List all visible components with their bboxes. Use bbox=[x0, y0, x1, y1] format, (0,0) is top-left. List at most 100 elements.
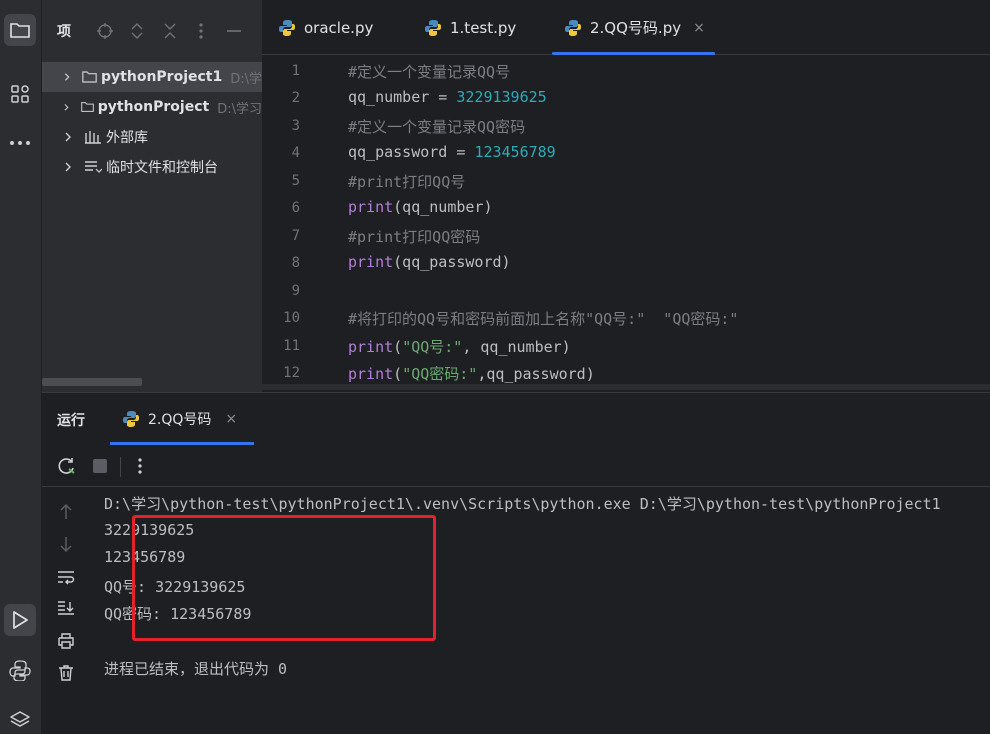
project-panel: 项 pythonProject1 D:\学 pythonProject D:\学… bbox=[42, 0, 262, 392]
line-number: 12 bbox=[283, 365, 300, 381]
hide-panel-icon[interactable] bbox=[225, 22, 243, 40]
print-icon[interactable] bbox=[56, 631, 76, 651]
tree-item-path: D:\学 bbox=[230, 71, 262, 87]
project-scrollbar[interactable] bbox=[42, 378, 142, 386]
line-number: 2 bbox=[291, 90, 300, 106]
run-panel-header: 运行 2.QQ号码 × bbox=[42, 393, 990, 445]
line-number: 1 bbox=[291, 63, 300, 79]
red-annotation-box bbox=[132, 515, 436, 641]
more-tools-icon[interactable] bbox=[4, 127, 36, 159]
code-comment: #定义一个变量记录QQ号 bbox=[348, 63, 511, 81]
code-line: #定义一个变量记录QQ号 bbox=[348, 61, 510, 82]
tab-2-qq-py[interactable]: 2.QQ号码.py × bbox=[552, 0, 715, 55]
console-exit-message: 进程已结束，退出代码为 0 bbox=[104, 660, 288, 678]
code-text: (qq_password) bbox=[393, 253, 511, 271]
close-icon[interactable]: × bbox=[225, 411, 237, 427]
console-output[interactable]: D:\学习\python-test\pythonProject1\.venv\S… bbox=[90, 488, 990, 734]
code-text: ,qq_password) bbox=[477, 365, 595, 383]
tab-1-test-py[interactable]: 1.test.py bbox=[424, 0, 516, 55]
line-number: 4 bbox=[291, 145, 300, 161]
line-number: 6 bbox=[291, 200, 300, 216]
console-command: D:\学习\python-test\pythonProject1\.venv\S… bbox=[104, 495, 941, 513]
run-toolbar bbox=[42, 445, 990, 487]
folder-icon bbox=[80, 102, 94, 112]
soft-wrap-icon[interactable] bbox=[56, 567, 76, 587]
locate-icon[interactable] bbox=[96, 22, 114, 40]
code-number: 123456789 bbox=[474, 143, 556, 161]
code-function: print bbox=[348, 365, 394, 383]
expand-all-icon[interactable] bbox=[128, 22, 146, 40]
code-text: qq_password = bbox=[348, 143, 475, 161]
code-text: (qq_number) bbox=[393, 198, 493, 216]
tab-label: 2.QQ号码.py bbox=[590, 19, 682, 37]
structure-icon[interactable] bbox=[4, 78, 36, 110]
run-side-toolbar bbox=[42, 488, 90, 734]
code-line: #print打印QQ密码 bbox=[348, 226, 480, 247]
library-icon bbox=[85, 131, 101, 144]
code-comment: #print打印QQ密码 bbox=[348, 228, 481, 246]
code-line: #定义一个变量记录QQ密码 bbox=[348, 116, 525, 137]
chevron-right-icon[interactable] bbox=[62, 161, 74, 173]
collapse-all-icon[interactable] bbox=[161, 22, 179, 40]
chevron-right-icon[interactable] bbox=[62, 103, 71, 112]
line-number: 3 bbox=[291, 118, 300, 134]
run-panel: 运行 2.QQ号码 × D:\学习\python-test\pythonProj… bbox=[42, 392, 990, 734]
chevron-right-icon[interactable] bbox=[62, 131, 74, 143]
chevron-right-icon[interactable] bbox=[62, 72, 72, 82]
layers-icon[interactable] bbox=[4, 704, 36, 734]
options-icon[interactable] bbox=[192, 22, 210, 40]
line-number: 10 bbox=[283, 310, 300, 326]
editor-horizontal-scrollbar[interactable] bbox=[262, 384, 990, 390]
editor-tab-bar: oracle.py 1.test.py 2.QQ号码.py × bbox=[262, 0, 990, 55]
scroll-to-end-icon[interactable] bbox=[56, 598, 76, 618]
tree-item-path: D:\学习 bbox=[217, 101, 262, 117]
python-console-icon[interactable] bbox=[4, 654, 36, 686]
code-comment: #将打印的QQ号和密码前面加上名称"QQ号:" "QQ密码:" bbox=[348, 310, 739, 328]
arrow-down-icon[interactable] bbox=[56, 534, 76, 554]
tree-item-label: 外部库 bbox=[106, 130, 148, 146]
code-text: ( bbox=[393, 338, 403, 356]
run-tab-2-qq[interactable]: 2.QQ号码 × bbox=[110, 393, 254, 445]
arrow-up-icon[interactable] bbox=[56, 502, 76, 522]
project-folder-icon[interactable] bbox=[4, 14, 36, 46]
code-comment: #定义一个变量记录QQ密码 bbox=[348, 118, 526, 136]
code-string: "QQ密码:" bbox=[402, 365, 478, 383]
tree-item-external-libraries[interactable]: 外部库 bbox=[42, 122, 262, 152]
more-options-icon[interactable] bbox=[130, 456, 150, 476]
tree-item-scratches[interactable]: 临时文件和控制台 bbox=[42, 152, 262, 182]
line-number: 9 bbox=[291, 283, 300, 299]
tab-oracle-py[interactable]: oracle.py bbox=[278, 0, 373, 55]
line-number: 5 bbox=[291, 173, 300, 189]
run-tab-label: 2.QQ号码 bbox=[148, 412, 212, 428]
stop-icon[interactable] bbox=[90, 456, 110, 476]
python-file-icon bbox=[123, 411, 139, 427]
tree-item-label: pythonProject1 bbox=[101, 69, 223, 85]
project-panel-title: 项 bbox=[57, 24, 71, 40]
code-line: print("QQ密码:",qq_password) bbox=[348, 363, 595, 384]
close-icon[interactable]: × bbox=[693, 20, 705, 36]
tree-item-label: pythonProject bbox=[97, 99, 210, 115]
tree-item-pythonproject1[interactable]: pythonProject1 D:\学 bbox=[42, 62, 262, 92]
run-panel-title: 运行 bbox=[57, 413, 85, 429]
code-function: print bbox=[348, 253, 394, 271]
folder-icon bbox=[82, 71, 97, 83]
code-text: ( bbox=[393, 365, 403, 383]
line-number: 7 bbox=[291, 228, 300, 244]
tool-window-strip bbox=[0, 0, 42, 734]
trash-icon[interactable] bbox=[56, 663, 76, 683]
code-function: print bbox=[348, 198, 394, 216]
line-number: 8 bbox=[291, 255, 300, 271]
python-file-icon bbox=[279, 19, 295, 36]
tab-label: 1.test.py bbox=[450, 18, 517, 37]
code-text: qq_number = bbox=[348, 88, 457, 106]
code-line: #print打印QQ号 bbox=[348, 171, 465, 192]
code-string: "QQ号:" bbox=[402, 338, 463, 356]
tree-item-label: 临时文件和控制台 bbox=[106, 160, 218, 176]
code-line: #将打印的QQ号和密码前面加上名称"QQ号:" "QQ密码:" bbox=[348, 308, 738, 329]
code-editor[interactable]: 1 2 3 4 5 6 7 8 9 10 11 12 #定义一个变量记录QQ号 … bbox=[262, 55, 990, 385]
python-file-icon bbox=[565, 19, 581, 36]
code-number: 3229139625 bbox=[456, 88, 547, 106]
rerun-icon[interactable] bbox=[57, 456, 77, 476]
run-tool-icon[interactable] bbox=[4, 604, 36, 636]
tree-item-pythonproject[interactable]: pythonProject D:\学习 bbox=[42, 92, 262, 122]
